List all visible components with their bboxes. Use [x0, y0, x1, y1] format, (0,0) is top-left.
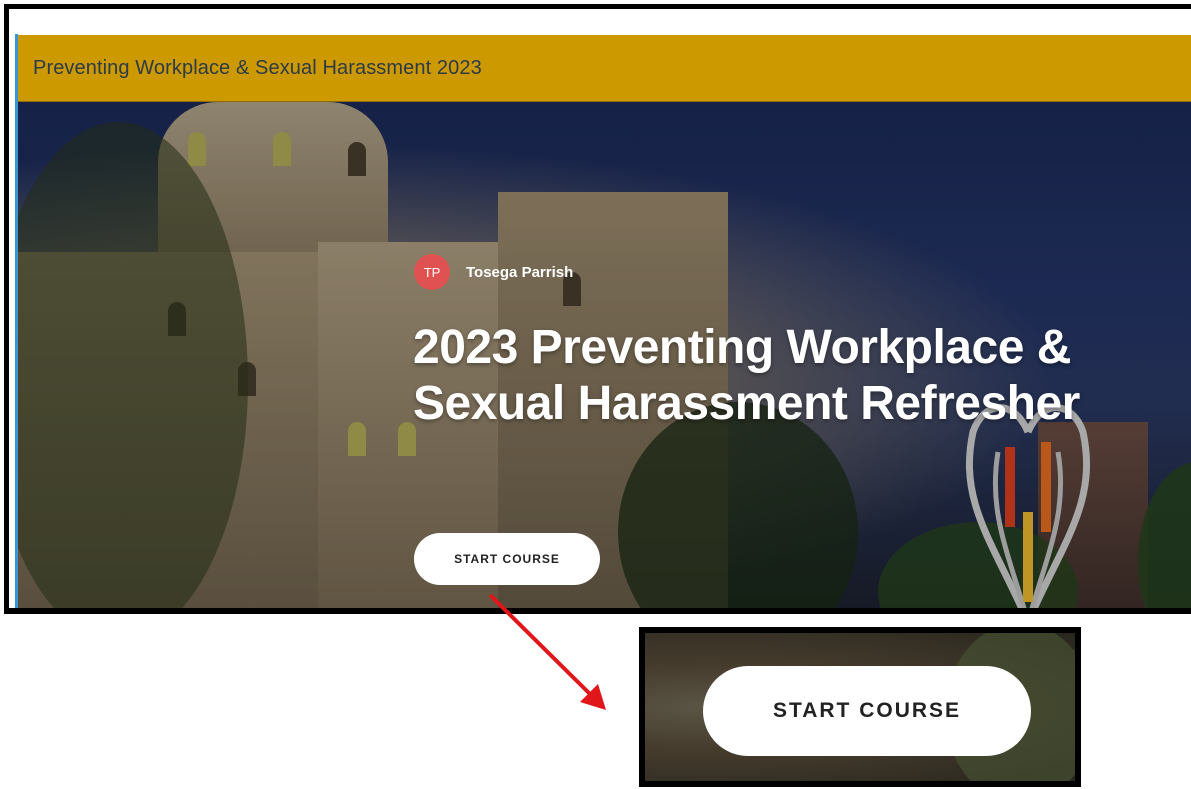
zoomed-start-course-button: START COURSE	[703, 666, 1031, 756]
course-title-bar: Preventing Workplace & Sexual Harassment…	[18, 35, 1191, 102]
course-title: Preventing Workplace & Sexual Harassment…	[33, 57, 482, 79]
course-hero: TP Tosega Parrish 2023 Preventing Workpl…	[18, 102, 1191, 608]
avatar: TP	[414, 254, 450, 290]
author-name: Tosega Parrish	[466, 263, 574, 281]
course-heading: 2023 Preventing Workplace & Sexual Haras…	[413, 321, 1080, 430]
author-info: TP Tosega Parrish	[414, 254, 573, 290]
callout-arrow-icon	[488, 593, 606, 710]
start-course-button[interactable]: START COURSE	[414, 533, 600, 585]
zoomed-callout: START COURSE	[639, 627, 1081, 787]
course-window: Preventing Workplace & Sexual Harassment…	[4, 4, 1191, 614]
